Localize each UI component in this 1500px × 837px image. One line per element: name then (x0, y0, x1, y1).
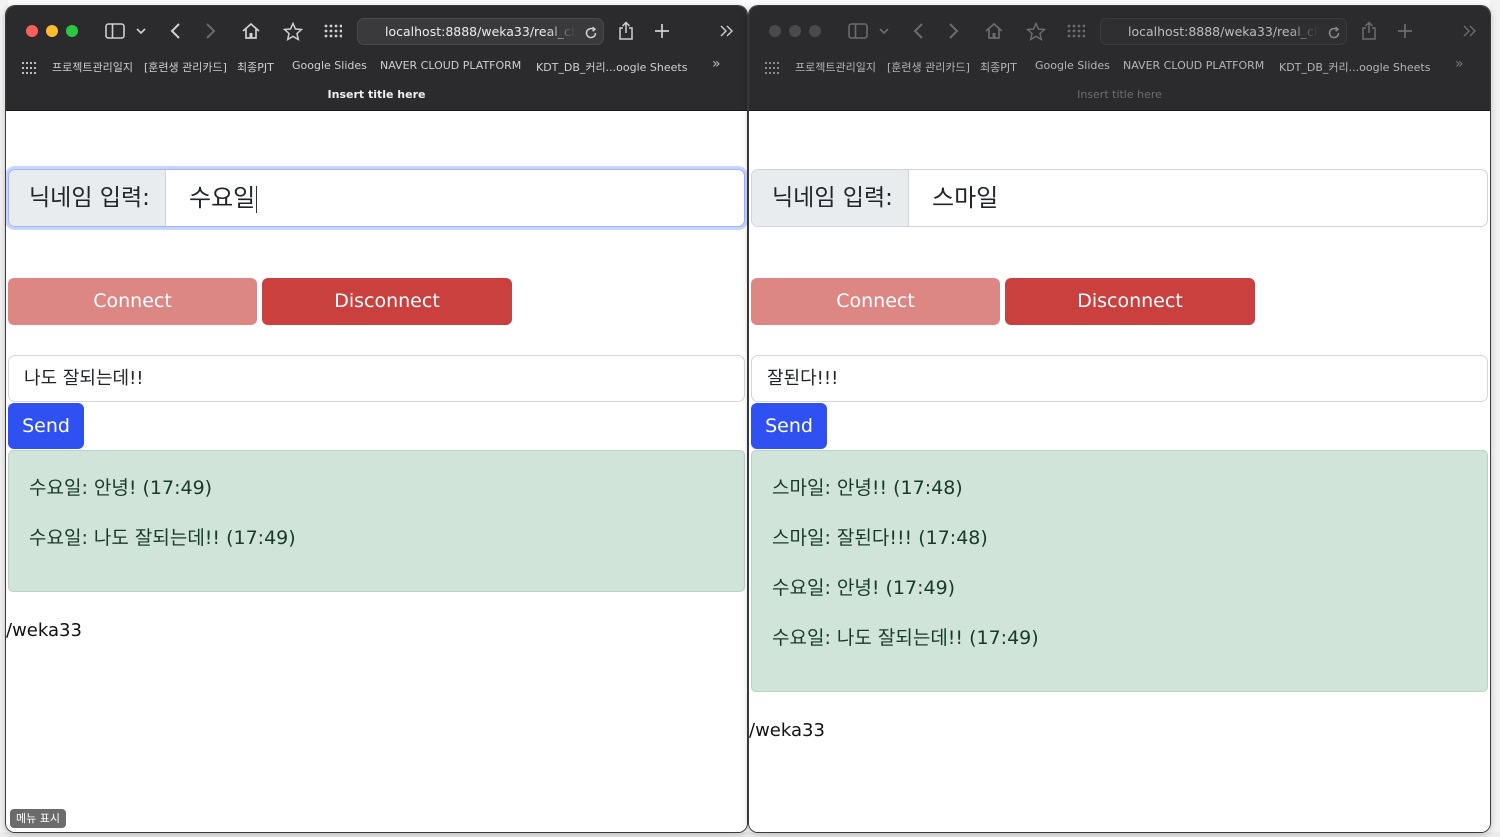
send-button[interactable]: Send (751, 403, 827, 449)
grid-icon[interactable] (1065, 20, 1087, 42)
bookmarks-grid-icon[interactable] (765, 59, 779, 78)
bookmarks-bar: 프로젝트관리일지 [훈련생 관리카드] 최종PJT Google Slides … (22, 56, 722, 76)
nickname-input[interactable]: 스마일 (912, 170, 1487, 226)
disconnect-button[interactable]: Disconnect (262, 278, 512, 325)
address-bar[interactable]: localhost:8888/weka33/real_chat (357, 18, 604, 45)
tab-title: Insert title here (327, 88, 426, 101)
forward-icon[interactable] (200, 20, 220, 42)
connect-button[interactable]: Connect (751, 278, 1000, 325)
bookmarks-overflow-icon[interactable]: » (1455, 56, 1464, 72)
chat-log: 스마일: 안녕!! (17:48) 스마일: 잘된다!!! (17:48) 수요… (751, 450, 1488, 692)
bookmark-item[interactable]: [훈련생 관리카드] (887, 59, 970, 75)
chat-message: 수요일: 안녕! (17:49) (29, 477, 213, 499)
minimize-window-button[interactable] (46, 25, 58, 37)
plus-icon[interactable] (1395, 20, 1415, 42)
text-caret (256, 185, 258, 213)
background-editor-strip-right (1490, 0, 1500, 837)
message-input[interactable]: 잘된다!!! (751, 355, 1488, 402)
bookmarks-grid-icon[interactable] (22, 59, 36, 78)
bookmark-item[interactable]: 프로젝트관리일지 (795, 59, 876, 75)
browser-toolbar: localhost:8888/weka33/real_chat 프로젝트관리일지… (6, 6, 747, 111)
bookmark-item[interactable]: NAVER CLOUD PLATFORM (380, 59, 521, 72)
nickname-input-group: 닉네임 입력: 수요일 (8, 169, 745, 227)
star-icon[interactable] (1025, 20, 1047, 42)
bookmarks-bar: 프로젝트관리일지 [훈련생 관리카드] 최종PJT Google Slides … (765, 56, 1465, 76)
bookmark-item[interactable]: Google Slides (1035, 59, 1110, 72)
chat-message: 스마일: 안녕!! (17:48) (772, 477, 963, 499)
url-text: localhost:8888/weka33/real_chat (385, 24, 575, 39)
browser-window-right: localhost:8888/weka33/real_chat 프로젝트관리일지… (749, 6, 1490, 832)
bookmark-item[interactable]: NAVER CLOUD PLATFORM (1123, 59, 1264, 72)
close-window-button[interactable] (26, 25, 38, 37)
page-content: 닉네임 입력: 스마일 Connect Disconnect 잘된다!!! Se… (749, 111, 1490, 832)
url-text: localhost:8888/weka33/real_chat (1128, 24, 1318, 39)
bookmarks-overflow-icon[interactable]: » (712, 56, 721, 72)
connect-button[interactable]: Connect (8, 278, 257, 325)
home-icon[interactable] (240, 20, 262, 42)
back-icon[interactable] (909, 20, 929, 42)
show-menu-badge[interactable]: 메뉴 표시 (10, 809, 66, 828)
sidebar-icon[interactable] (847, 20, 869, 42)
home-icon[interactable] (983, 20, 1005, 42)
context-path-text: /weka33 (6, 620, 82, 641)
grid-icon[interactable] (322, 20, 344, 42)
tab-title: Insert title here (1077, 88, 1162, 101)
bookmark-item[interactable]: 최종PJT (237, 59, 274, 75)
chevrons-right-icon[interactable] (716, 20, 738, 42)
nickname-input[interactable]: 수요일 (169, 170, 744, 226)
share-icon[interactable] (1359, 20, 1379, 42)
reload-icon[interactable] (1327, 25, 1341, 39)
nickname-input-group: 닉네임 입력: 스마일 (751, 169, 1488, 227)
plus-icon[interactable] (652, 20, 672, 42)
sidebar-icon[interactable] (104, 20, 126, 42)
bookmark-item[interactable]: 프로젝트관리일지 (52, 59, 133, 75)
nickname-label: 닉네임 입력: (752, 170, 909, 226)
chat-message: 수요일: 나도 잘되는데!! (17:49) (29, 527, 296, 549)
bookmark-item[interactable]: KDT_DB_커리...oogle Sheets (1279, 59, 1430, 75)
context-path-text: /weka33 (749, 720, 825, 741)
back-icon[interactable] (166, 20, 186, 42)
browser-toolbar: localhost:8888/weka33/real_chat 프로젝트관리일지… (749, 6, 1490, 111)
close-window-button[interactable] (769, 25, 781, 37)
browser-window-left: localhost:8888/weka33/real_chat 프로젝트관리일지… (6, 6, 747, 832)
zoom-window-button[interactable] (809, 25, 821, 37)
page-content: 닉네임 입력: 수요일 Connect Disconnect 나도 잘되는데!!… (6, 111, 747, 832)
reload-icon[interactable] (584, 25, 598, 39)
nickname-label: 닉네임 입력: (9, 170, 166, 226)
bookmark-item[interactable]: Google Slides (292, 59, 367, 72)
star-icon[interactable] (282, 20, 304, 42)
background-bottom-strip (0, 832, 1500, 837)
chat-log: 수요일: 안녕! (17:49) 수요일: 나도 잘되는데!! (17:49) (8, 450, 745, 592)
address-bar[interactable]: localhost:8888/weka33/real_chat (1100, 18, 1347, 45)
nickname-value: 스마일 (932, 184, 999, 212)
chat-message: 수요일: 나도 잘되는데!! (17:49) (772, 627, 1039, 649)
forward-icon[interactable] (943, 20, 963, 42)
zoom-window-button[interactable] (66, 25, 78, 37)
chevron-down-icon[interactable] (877, 20, 891, 42)
minimize-window-button[interactable] (789, 25, 801, 37)
disconnect-button[interactable]: Disconnect (1005, 278, 1255, 325)
bookmark-item[interactable]: 최종PJT (980, 59, 1017, 75)
chevron-down-icon[interactable] (134, 20, 148, 42)
bookmark-item[interactable]: KDT_DB_커리...oogle Sheets (536, 59, 687, 75)
share-icon[interactable] (616, 20, 636, 42)
chevrons-right-icon[interactable] (1459, 20, 1481, 42)
chat-message: 수요일: 안녕! (17:49) (772, 577, 956, 599)
send-button[interactable]: Send (8, 403, 84, 449)
message-input[interactable]: 나도 잘되는데!! (8, 355, 745, 402)
chat-message: 스마일: 잘된다!!! (17:48) (772, 527, 988, 549)
nickname-value: 수요일 (189, 184, 256, 212)
bookmark-item[interactable]: [훈련생 관리카드] (144, 59, 227, 75)
